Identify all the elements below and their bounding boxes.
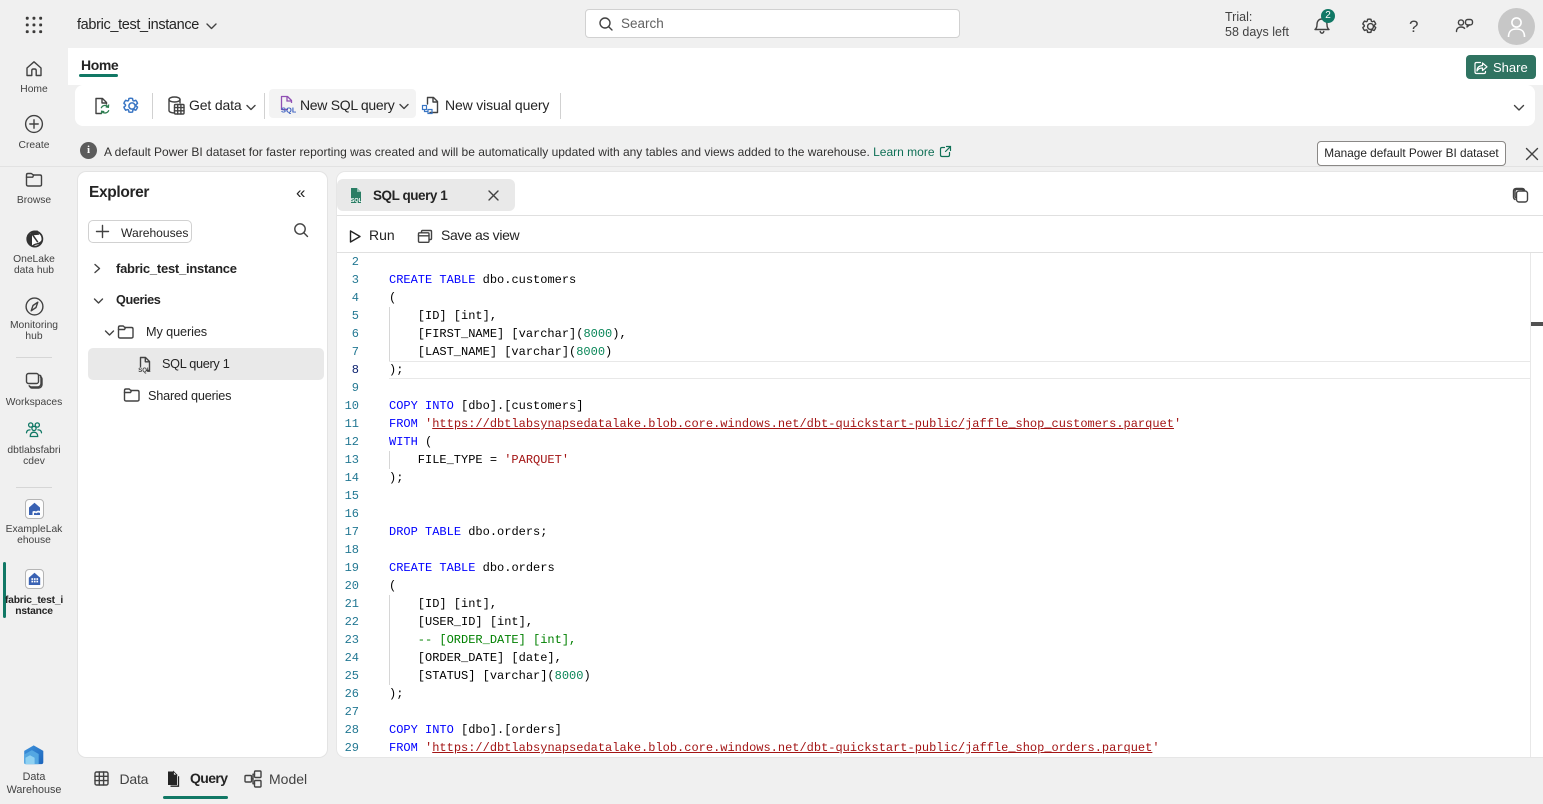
svg-text:SQL: SQL [351, 198, 363, 204]
svg-text:SQL: SQL [138, 368, 151, 374]
svg-text:SQL: SQL [281, 106, 296, 115]
